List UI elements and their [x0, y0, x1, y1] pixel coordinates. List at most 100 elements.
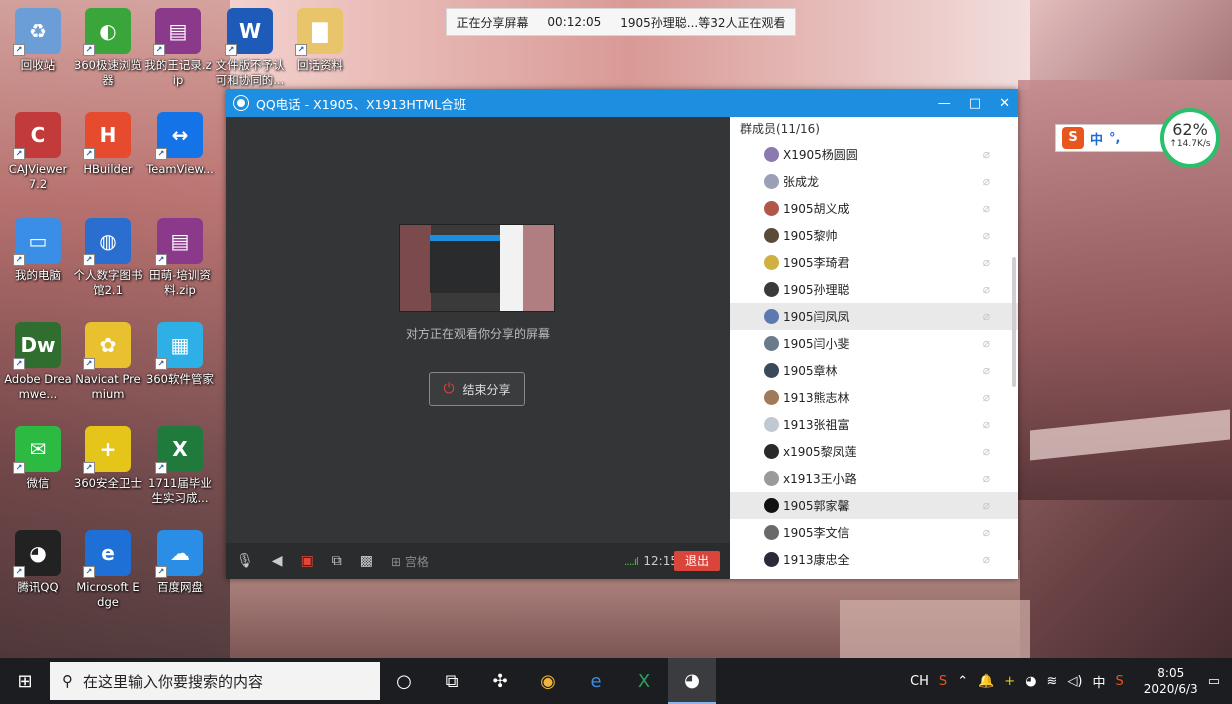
- screen-share-icon[interactable]: ⧉: [332, 553, 342, 569]
- desktop-icon[interactable]: ▭ ↗ 我的电脑: [3, 218, 73, 283]
- notification-icon[interactable]: 🔔: [978, 674, 994, 689]
- member-row[interactable]: X1905杨圆圆 ⌀: [730, 141, 1018, 168]
- members-scrollbar[interactable]: [1012, 257, 1016, 387]
- desktop-icon-label: 回话资料: [297, 58, 343, 72]
- avatar: [764, 552, 779, 567]
- cortana-icon[interactable]: ○: [380, 658, 428, 704]
- member-row[interactable]: x1905黎凤莲 ⌀: [730, 438, 1018, 465]
- mic-muted-icon: ⌀: [982, 498, 990, 512]
- member-row[interactable]: 张成龙 ⌀: [730, 168, 1018, 195]
- app-icon: ◐ ↗: [83, 8, 131, 56]
- chevron-up-icon[interactable]: ⌃: [957, 674, 968, 689]
- desktop-icon[interactable]: C ↗ CAJViewer 7.2: [3, 112, 73, 192]
- desktop-icon[interactable]: ◍ ↗ 个人数字图书馆2.1: [73, 218, 143, 298]
- desktop-icon-label: Adobe Dreamwe...: [4, 372, 72, 401]
- member-row[interactable]: 1913康忠全 ⌀: [730, 546, 1018, 573]
- screen-share-thumbnail: [399, 224, 555, 312]
- ime-tray[interactable]: 中: [1093, 672, 1106, 691]
- desktop-icon-label: 1711届毕业生实习成...: [148, 476, 212, 505]
- sogou-ime-bar[interactable]: S 中 °,: [1055, 124, 1175, 152]
- desktop-icon[interactable]: ▤ ↗ 我的王记录.zip: [143, 8, 213, 88]
- desktop-icon[interactable]: ▤ ↗ 田萌-培训资料.zip: [145, 218, 215, 298]
- shortcut-arrow-icon: ↗: [13, 462, 25, 474]
- search-icon: ⚲: [62, 672, 73, 690]
- microphone-icon[interactable]: 🎙: [236, 553, 254, 569]
- speed-percent: 62%: [1172, 120, 1208, 139]
- camera-off-icon[interactable]: ▣: [301, 553, 314, 569]
- shortcut-arrow-icon: ↗: [155, 358, 167, 370]
- shortcut-arrow-icon: ↗: [13, 566, 25, 578]
- shortcut-arrow-icon: ↗: [153, 44, 165, 56]
- member-name: 1905孙理聪: [783, 283, 850, 297]
- volume-icon[interactable]: ◁): [1067, 674, 1082, 689]
- shortcut-arrow-icon: ↗: [83, 566, 95, 578]
- shortcut-arrow-icon: ↗: [83, 358, 95, 370]
- desktop-icon-label: 个人数字图书馆2.1: [73, 268, 143, 297]
- desktop-icon[interactable]: H ↗ HBuilder: [73, 112, 143, 177]
- task-view-icon[interactable]: ⧉: [428, 658, 476, 704]
- demo-icon[interactable]: ▩: [360, 553, 373, 569]
- wifi-icon[interactable]: ≋: [1047, 674, 1058, 689]
- lang-indicator[interactable]: CH: [910, 674, 929, 689]
- call-toolbar: 🎙 ◀ ▣ ⧉ ▩ ⊞ 宫格 ....ıl 12:15 退出: [226, 543, 730, 579]
- desktop-icon[interactable]: ↔ ↗ TeamView...: [145, 112, 215, 177]
- member-row[interactable]: 1905李文信 ⌀: [730, 519, 1018, 546]
- member-row[interactable]: 1905闫凤凤 ⌀: [730, 303, 1018, 330]
- desktop-icon[interactable]: e ↗ Microsoft Edge: [73, 530, 143, 610]
- sogou-tray-icon-2[interactable]: S: [1116, 674, 1124, 689]
- close-button[interactable]: ✕: [999, 96, 1010, 111]
- desktop-icon[interactable]: ▇ ↗ 回话资料: [285, 8, 355, 73]
- grid-icon[interactable]: ⊞ 宫格: [391, 553, 429, 570]
- qq-window-titlebar[interactable]: QQ电话 - X1905、X1913HTML合班 — □ ✕: [226, 89, 1018, 117]
- end-share-button[interactable]: ⏻ 结束分享: [429, 372, 525, 406]
- desktop-icon[interactable]: ♻ ↗ 回收站: [3, 8, 73, 73]
- desktop-icon[interactable]: W ↗ 文件版不予认可和协同的...: [215, 8, 285, 88]
- member-row[interactable]: 1905闫小斐 ⌀: [730, 330, 1018, 357]
- member-row[interactable]: 1905郭家馨 ⌀: [730, 492, 1018, 519]
- app-icon: ▦ ↗: [155, 322, 203, 370]
- edge-icon[interactable]: e: [572, 658, 620, 704]
- app-icon: ✿ ↗: [83, 322, 131, 370]
- desktop-icon[interactable]: ✉ ↗ 微信: [3, 426, 73, 491]
- qq-tray-icon[interactable]: ◕: [1025, 674, 1036, 689]
- member-row[interactable]: 1913张祖富 ⌀: [730, 411, 1018, 438]
- member-name: 1905胡义成: [783, 202, 850, 216]
- taskbar-clock[interactable]: 8:05 2020/6/3: [1144, 665, 1198, 697]
- member-row[interactable]: 1905孙理聪 ⌀: [730, 276, 1018, 303]
- taskbar-search-box[interactable]: ⚲ 在这里输入你要搜索的内容: [50, 662, 380, 700]
- pinwheel-app-icon[interactable]: ✣: [476, 658, 524, 704]
- desktop-icon[interactable]: X ↗ 1711届毕业生实习成...: [145, 426, 215, 506]
- screen-share-bar[interactable]: 正在分享屏幕 00:12:05 1905孙理聪...等32人正在观看: [446, 8, 796, 36]
- desktop-icon[interactable]: ◐ ↗ 360极速浏览器: [73, 8, 143, 88]
- excel-icon[interactable]: X: [620, 658, 668, 704]
- browser-360-icon[interactable]: ◉: [524, 658, 572, 704]
- clock-time: 8:05: [1157, 666, 1185, 680]
- exit-call-button[interactable]: 退出: [674, 551, 720, 571]
- qq-taskbar-icon[interactable]: ◕: [668, 658, 716, 704]
- member-row[interactable]: 1905黎帅 ⌀: [730, 222, 1018, 249]
- desktop-icon[interactable]: ☁ ↗ 百度网盘: [145, 530, 215, 595]
- desktop-icon[interactable]: ◕ ↗ 腾讯QQ: [3, 530, 73, 595]
- desktop-icon[interactable]: ✿ ↗ Navicat Premium: [73, 322, 143, 402]
- member-row[interactable]: 1905章林 ⌀: [730, 357, 1018, 384]
- desktop-icon[interactable]: + ↗ 360安全卫士: [73, 426, 143, 491]
- network-speed-widget[interactable]: 62% ↑14.7K/s: [1160, 108, 1220, 168]
- member-row[interactable]: x1913王小路 ⌀: [730, 465, 1018, 492]
- mic-muted-icon: ⌀: [982, 309, 990, 323]
- member-row[interactable]: 1905李琦君 ⌀: [730, 249, 1018, 276]
- speaker-icon[interactable]: ◀: [272, 553, 283, 569]
- windows-start-icon[interactable]: ⊞: [0, 658, 50, 704]
- member-row[interactable]: 1905胡义成 ⌀: [730, 195, 1018, 222]
- member-name: x1913王小路: [783, 472, 857, 486]
- shortcut-arrow-icon: ↗: [83, 148, 95, 160]
- sogou-tray-icon[interactable]: S: [939, 674, 947, 689]
- desktop-icon[interactable]: ▦ ↗ 360软件管家: [145, 322, 215, 387]
- app-icon: H ↗: [83, 112, 131, 160]
- desktop-icon[interactable]: Dw ↗ Adobe Dreamwe...: [3, 322, 73, 402]
- minimize-button[interactable]: —: [938, 96, 951, 111]
- shortcut-arrow-icon: ↗: [13, 44, 25, 56]
- action-center-icon[interactable]: ▭: [1208, 674, 1220, 689]
- maximize-button[interactable]: □: [969, 96, 981, 111]
- member-row[interactable]: 1913熊志林 ⌀: [730, 384, 1018, 411]
- security-360-icon[interactable]: +: [1004, 674, 1015, 689]
